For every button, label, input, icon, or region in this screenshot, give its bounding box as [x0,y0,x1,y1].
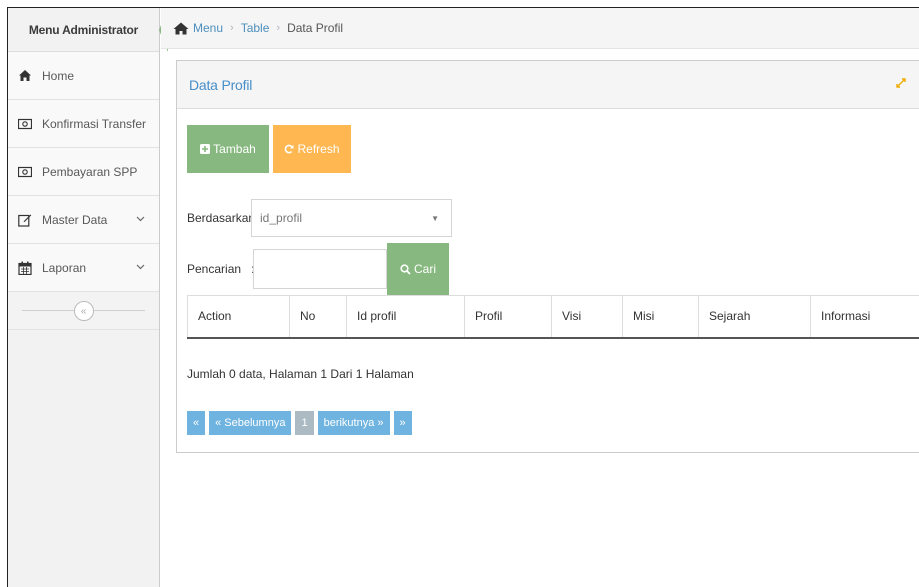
pagination-last[interactable]: » [393,411,412,435]
breadcrumb: Menu › Table › Data Profil [161,8,919,49]
page-title: Data Profil [189,76,253,93]
search-button[interactable]: Cari [387,243,449,295]
add-button-label: Tambah [213,142,256,156]
sidebar-header: Menu Administrator [8,8,168,52]
edit-icon [18,213,32,227]
sidebar-title: Menu Administrator [28,22,139,37]
sidebar: Menu Administrator Home Konfirmasi Trans… [8,8,168,587]
sidebar-item-konfirmasi-transfer[interactable]: Konfirmasi Transfer [8,100,159,148]
plus-square-icon [200,144,211,154]
refresh-button[interactable]: Refresh [273,125,351,173]
chevron-down-icon [136,214,145,225]
sidebar-item-master-data[interactable]: Master Data [8,196,159,244]
search-label: Pencarian : [187,262,254,276]
breadcrumb-link-menu[interactable]: Menu [193,21,223,35]
sidebar-item-pembayaran-spp[interactable]: Pembayaran SPP [8,148,159,196]
filter-row: Berdasarkan: id_profil ▼ [187,199,452,237]
pagination: « « Sebelumnya 1 berikutnya » » [187,411,416,435]
add-button[interactable]: Tambah [187,125,269,173]
breadcrumb-separator: › [230,22,234,34]
refresh-button-label: Refresh [297,142,340,156]
sidebar-collapse-button[interactable]: « [73,301,94,321]
refresh-icon [284,144,294,154]
column-header-misi[interactable]: Misi [622,295,699,339]
search-input[interactable] [253,249,387,289]
pagination-prev[interactable]: « Sebelumnya [209,411,292,435]
double-chevron-left-icon: « [80,305,87,317]
pagination-info: Jumlah 0 data, Halaman 1 Dari 1 Halaman [187,367,414,381]
sidebar-item-label: Konfirmasi Transfer [42,116,147,131]
breadcrumb-link-table[interactable]: Table [241,21,270,35]
money-icon [18,165,32,179]
search-button-label: Cari [413,262,436,276]
table-header-row: Action No Id profil Profil Visi Misi Sej… [187,295,919,339]
caret-down-icon: ▼ [431,214,439,223]
breadcrumb-separator: › [276,22,281,34]
column-header-id-profil[interactable]: Id profil [346,295,465,339]
column-header-profil[interactable]: Profil [464,295,552,339]
filter-label: Berdasarkan: [187,211,259,225]
sidebar-item-label: Home [42,68,75,83]
pagination-current[interactable]: 1 [295,411,314,435]
column-header-action[interactable]: Action [187,295,290,339]
search-row: Pencarian : Cari [187,243,449,295]
breadcrumb-current: Data Profil [287,21,344,35]
column-header-visi[interactable]: Visi [551,295,623,339]
column-header-sejarah[interactable]: Sejarah [698,295,811,339]
sidebar-item-label: Master Data [42,212,108,227]
sidebar-item-label: Pembayaran SPP [42,164,138,179]
column-header-informasi[interactable]: Informasi [810,295,919,339]
sidebar-item-laporan[interactable]: Laporan [8,244,159,292]
action-buttons: Tambah Refresh [187,125,351,173]
widget-header: Data Profil [177,61,919,109]
filter-select[interactable]: id_profil ▼ [251,199,452,237]
home-icon[interactable] [173,22,189,35]
data-table: Action No Id profil Profil Visi Misi Sej… [187,295,919,339]
search-icon [400,263,411,275]
search-label-text: Pencarian [187,262,242,276]
data-profil-widget: Data Profil Tambah Refresh Berdasarkan: … [176,60,919,453]
calendar-icon [18,261,32,275]
column-header-no[interactable]: No [289,295,347,339]
chevron-down-icon [136,262,145,273]
filter-selected-value: id_profil [260,211,303,225]
sidebar-item-label: Laporan [42,260,87,275]
sidebar-collapse-row: « [8,292,159,330]
money-icon [18,117,32,131]
pagination-first[interactable]: « [187,411,206,435]
sidebar-item-home[interactable]: Home [8,52,159,100]
home-icon [18,69,32,83]
pagination-next[interactable]: berikutnya » [317,411,390,435]
fullscreen-icon[interactable] [896,77,906,91]
